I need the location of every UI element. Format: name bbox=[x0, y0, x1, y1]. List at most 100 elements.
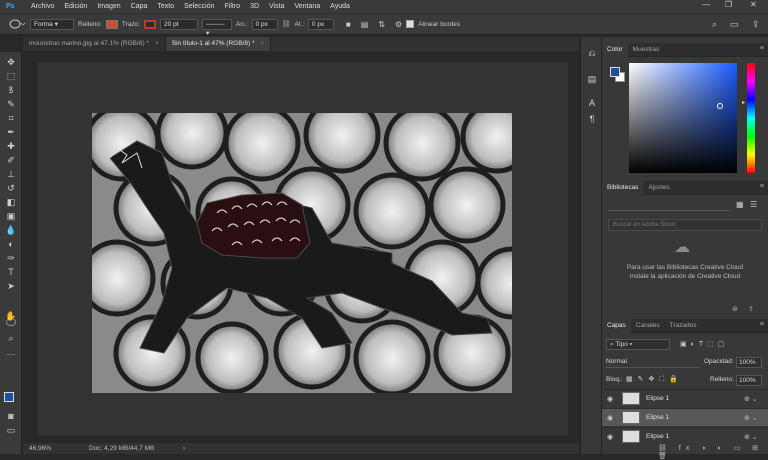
opacity-field[interactable]: 100% bbox=[736, 357, 762, 368]
cc-sync-icon[interactable]: ⊛ bbox=[732, 305, 738, 313]
more-tools-icon[interactable]: ··· bbox=[5, 348, 17, 360]
stroke-width-field[interactable]: 20 pt bbox=[160, 18, 199, 30]
healing-tool-icon[interactable]: ✚ bbox=[5, 140, 17, 152]
visibility-eye-icon[interactable]: ◉ bbox=[602, 414, 618, 422]
eyedropper-tool-icon[interactable]: ✒ bbox=[5, 126, 17, 138]
align-edges-checkbox[interactable] bbox=[406, 20, 415, 28]
adobe-stock-search[interactable]: Buscar en Adobe Stock bbox=[608, 219, 762, 231]
hand-tool-icon[interactable]: ✋ bbox=[5, 310, 17, 322]
gear-icon[interactable]: ⚙ bbox=[395, 20, 402, 29]
layer-row-selected[interactable]: ◉ Elipse 1 ⊕ ⌄ bbox=[602, 408, 768, 426]
dodge-tool-icon[interactable]: ◐ bbox=[5, 238, 17, 250]
workspace-icon[interactable]: ▭ bbox=[730, 19, 739, 30]
layer-name[interactable]: Elipse 1 bbox=[646, 395, 669, 402]
search-icon[interactable]: ⌕ bbox=[712, 19, 717, 30]
visibility-eye-icon[interactable]: ◉ bbox=[602, 433, 618, 441]
character-panel-icon[interactable]: A bbox=[586, 97, 598, 109]
panel-menu-icon[interactable]: ≡ bbox=[760, 321, 764, 328]
hue-slider[interactable] bbox=[747, 63, 755, 173]
fg-color-chip[interactable] bbox=[610, 67, 620, 77]
tab-trazados[interactable]: Trazados bbox=[665, 319, 702, 333]
layer-actions-bar[interactable]: ⛓ fx ◑ ◐ ▭ ⊞ 🗑 bbox=[658, 444, 768, 460]
tab-capas[interactable]: Capas bbox=[602, 319, 631, 333]
menu-imagen[interactable]: Imagen bbox=[92, 3, 125, 10]
history-brush-tool-icon[interactable]: ↺ bbox=[5, 182, 17, 194]
upload-icon[interactable]: ⇪ bbox=[748, 305, 754, 313]
blur-tool-icon[interactable]: 💧 bbox=[5, 224, 17, 236]
clone-stamp-tool-icon[interactable]: ⊥ bbox=[5, 168, 17, 180]
path-selection-tool-icon[interactable]: ➤ bbox=[5, 280, 17, 292]
tab-bibliotecas[interactable]: Bibliotecas bbox=[602, 181, 644, 195]
color-picker-cursor[interactable] bbox=[717, 103, 723, 109]
menu-archivo[interactable]: Archivo bbox=[26, 3, 59, 10]
tab-sin-titulo[interactable]: Sin título-1 al 47% (RGB/8) * × bbox=[165, 37, 272, 51]
menu-capa[interactable]: Capa bbox=[126, 3, 153, 10]
height-field[interactable]: 0 px bbox=[307, 18, 334, 30]
menu-texto[interactable]: Texto bbox=[152, 3, 179, 10]
foreground-color-swatch[interactable] bbox=[4, 392, 14, 402]
layer-fx-icon[interactable]: ⊕ ⌄ bbox=[744, 414, 758, 422]
menu-edicion[interactable]: Edición bbox=[59, 3, 92, 10]
menu-vista[interactable]: Vista bbox=[264, 3, 289, 10]
tab-muestras[interactable]: Muestras bbox=[628, 43, 665, 57]
eraser-tool-icon[interactable]: ◧ bbox=[5, 196, 17, 208]
path-operations-icon[interactable]: ■ bbox=[346, 20, 351, 29]
library-select[interactable] bbox=[608, 201, 730, 211]
layer-name[interactable]: Elipse 1 bbox=[646, 414, 669, 421]
tab-ajustes[interactable]: Ajustes bbox=[643, 181, 674, 195]
menu-3d[interactable]: 3D bbox=[245, 3, 264, 10]
document-image[interactable] bbox=[92, 113, 512, 393]
layer-fx-icon[interactable]: ⊕ ⌄ bbox=[744, 395, 758, 403]
minimize-button[interactable]: — bbox=[702, 0, 710, 9]
menu-seleccion[interactable]: Selección bbox=[179, 3, 219, 10]
zoom-tool-icon[interactable]: ⌕ bbox=[5, 332, 17, 344]
paragraph-panel-icon[interactable]: ¶ bbox=[586, 113, 598, 125]
crop-tool-icon[interactable]: ⌗ bbox=[5, 112, 17, 124]
color-picker-field[interactable] bbox=[629, 63, 737, 173]
stroke-type-select[interactable]: ──── ▾ bbox=[202, 18, 233, 37]
brush-tool-icon[interactable]: ✐ bbox=[5, 154, 17, 166]
layer-filter-icons[interactable]: ▣◐T⬚▢ bbox=[680, 340, 728, 348]
screen-mode-icon[interactable]: ▭ bbox=[5, 424, 17, 436]
layer-row[interactable]: ◉ Elipse 1 ⊕ ⌄ bbox=[602, 427, 768, 445]
type-tool-icon[interactable]: T bbox=[5, 266, 17, 278]
panel-menu-icon[interactable]: ≡ bbox=[760, 183, 764, 190]
path-alignment-icon[interactable]: ▤ bbox=[361, 20, 369, 29]
close-icon[interactable]: × bbox=[260, 40, 264, 47]
share-icon[interactable]: ⇪ bbox=[752, 19, 760, 30]
menu-ventana[interactable]: Ventana bbox=[289, 3, 325, 10]
pen-tool-icon[interactable]: ✑ bbox=[5, 252, 17, 264]
fill-swatch[interactable] bbox=[105, 19, 118, 29]
properties-panel-icon[interactable]: ▤ bbox=[586, 73, 598, 85]
stroke-swatch[interactable] bbox=[144, 19, 157, 29]
panel-menu-icon[interactable]: ≡ bbox=[760, 45, 764, 52]
quick-select-tool-icon[interactable]: ✎ bbox=[5, 98, 17, 110]
width-field[interactable]: 0 px bbox=[251, 18, 278, 30]
layer-fx-icon[interactable]: ⊕ ⌄ bbox=[744, 433, 758, 441]
blend-mode-select[interactable]: Normal bbox=[606, 357, 700, 368]
marquee-tool-icon[interactable]: ⬚ bbox=[5, 70, 17, 82]
tab-color[interactable]: Color bbox=[602, 43, 628, 57]
lasso-tool-icon[interactable]: ꝸ bbox=[5, 84, 17, 96]
tool-mode-select[interactable]: Forma ▾ bbox=[30, 18, 74, 30]
tab-mounstruo-marino[interactable]: mounstruo marino.jpg al 47.1% (RGB/8) * × bbox=[23, 37, 166, 51]
close-window-button[interactable]: ✕ bbox=[750, 0, 757, 9]
ellipse-tool-icon[interactable] bbox=[8, 18, 26, 30]
layer-row[interactable]: ◉ Elipse 1 ⊕ ⌄ bbox=[602, 389, 768, 407]
link-icon[interactable]: ⛓ bbox=[282, 20, 291, 28]
status-menu-arrow[interactable]: › bbox=[183, 443, 185, 454]
list-view-icon[interactable]: ☰ bbox=[750, 200, 757, 209]
gradient-tool-icon[interactable]: ▣ bbox=[5, 210, 17, 222]
zoom-level[interactable]: 46,96% bbox=[29, 443, 51, 454]
visibility-eye-icon[interactable]: ◉ bbox=[602, 395, 618, 403]
restore-button[interactable]: ❐ bbox=[725, 0, 732, 9]
fill-opacity-field[interactable]: 100% bbox=[736, 375, 762, 386]
layer-filter-select[interactable]: ⌕ Tipo ▾ bbox=[606, 339, 670, 350]
tab-canales[interactable]: Canales bbox=[631, 319, 665, 333]
hue-slider-handle[interactable]: ▸ bbox=[742, 99, 745, 106]
move-tool-icon[interactable]: ✥ bbox=[5, 56, 17, 68]
quick-mask-icon[interactable]: ◙ bbox=[5, 410, 17, 422]
close-icon[interactable]: × bbox=[155, 40, 159, 47]
lock-icons[interactable]: ▦✎✥⛶🔒 bbox=[626, 375, 683, 384]
menu-filtro[interactable]: Filtro bbox=[220, 3, 246, 10]
